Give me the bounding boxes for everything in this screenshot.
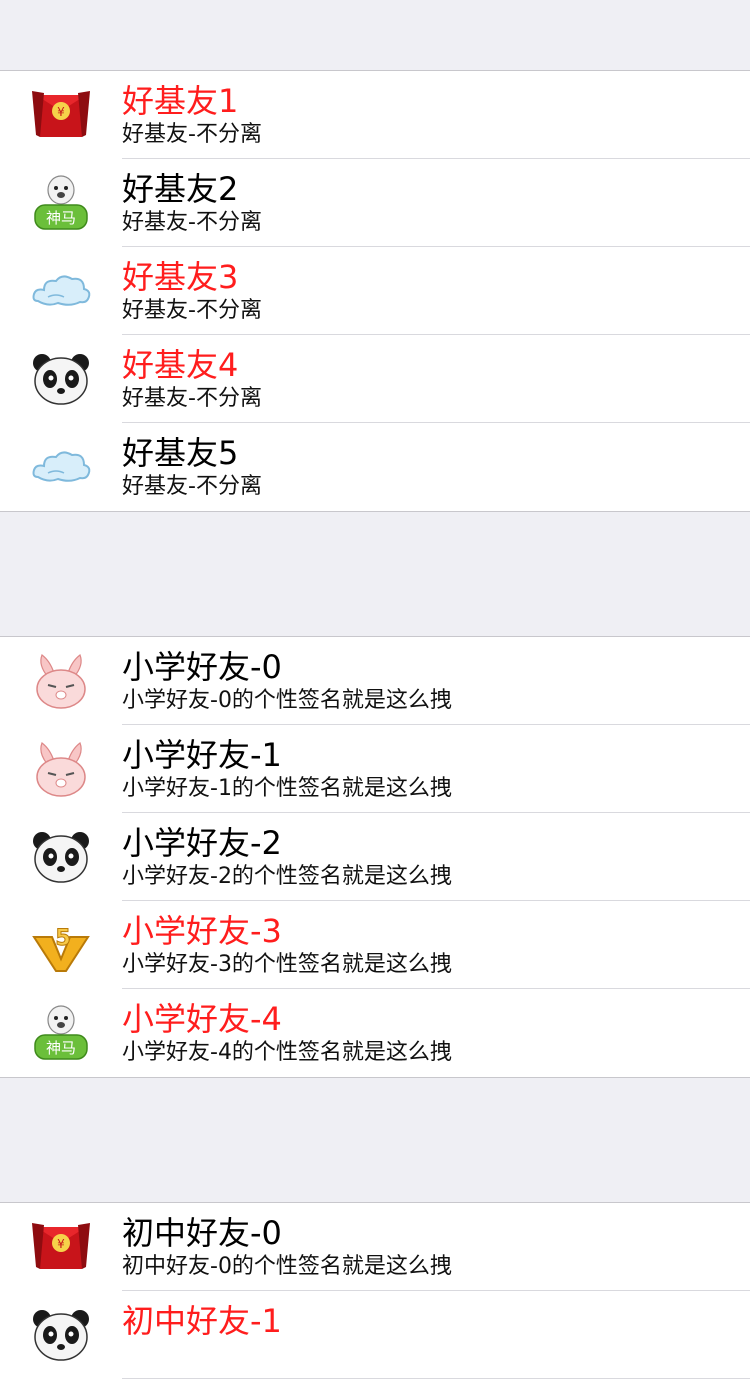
friend-name: 小学好友-1 (122, 736, 282, 774)
v5-badge-icon: 5 (30, 915, 92, 975)
cloud-icon (30, 437, 92, 497)
panda-icon (30, 349, 92, 409)
svg-text:¥: ¥ (57, 1237, 65, 1251)
panda-icon (30, 827, 92, 887)
friend-signature: 好基友-不分离 (122, 210, 262, 235)
friend-name: 好基友5 (122, 434, 239, 472)
red-envelope-icon: ¥ (30, 1217, 92, 1277)
friend-signature: 初中好友-0的个性签名就是这么拽 (122, 1254, 452, 1279)
shenma-alpaca-icon: 神马 (30, 173, 92, 233)
table-row[interactable]: 神马 好基友2 好基友-不分离 (0, 159, 750, 247)
friend-signature: 小学好友-3的个性签名就是这么拽 (122, 952, 452, 977)
friend-name: 初中好友-1 (122, 1302, 282, 1340)
table-row[interactable]: 小学好友-1 小学好友-1的个性签名就是这么拽 (0, 725, 750, 813)
friend-signature: 好基友-不分离 (122, 122, 262, 147)
red-envelope-icon: ¥ (30, 85, 92, 145)
section-spacer (0, 1077, 750, 1203)
friend-name: 小学好友-2 (122, 824, 282, 862)
table-row[interactable]: 好基友4 好基友-不分离 (0, 335, 750, 423)
table-row[interactable]: 神马 小学好友-4 小学好友-4的个性签名就是这么拽 (0, 989, 750, 1077)
friend-signature: 小学好友-1的个性签名就是这么拽 (122, 776, 452, 801)
table-row[interactable]: 小学好友-0 小学好友-0的个性签名就是这么拽 (0, 637, 750, 725)
cloud-icon (30, 261, 92, 321)
rabbit-icon (30, 739, 92, 799)
table-row[interactable]: 初中好友-1 (0, 1291, 750, 1379)
friend-signature: 小学好友-4的个性签名就是这么拽 (122, 1040, 452, 1065)
table-row[interactable]: ¥ 好基友1 好基友-不分离 (0, 71, 750, 159)
panda-icon (30, 1305, 92, 1365)
table-row[interactable]: 5 小学好友-3 小学好友-3的个性签名就是这么拽 (0, 901, 750, 989)
friend-group-middle-school: ¥ 初中好友-0 初中好友-0的个性签名就是这么拽 初中好友-1 (0, 1203, 750, 1379)
table-row[interactable]: 好基友3 好基友-不分离 (0, 247, 750, 335)
friend-signature: 好基友-不分离 (122, 386, 262, 411)
section-spacer (0, 511, 750, 637)
friend-name: 小学好友-3 (122, 912, 282, 950)
friend-name: 好基友1 (122, 82, 239, 120)
top-spacer (0, 0, 750, 71)
friend-signature: 小学好友-2的个性签名就是这么拽 (122, 864, 452, 889)
friend-name: 好基友2 (122, 170, 239, 208)
svg-text:神马: 神马 (46, 209, 76, 227)
friend-name: 小学好友-0 (122, 648, 282, 686)
friend-signature: 好基友-不分离 (122, 474, 262, 499)
friend-name: 好基友3 (122, 258, 239, 296)
friend-group-good-buddies: ¥ 好基友1 好基友-不分离 神马 好基友2 好基友-不分离 好基友3 好基友-… (0, 71, 750, 511)
svg-text:神马: 神马 (46, 1039, 76, 1057)
friend-name: 好基友4 (122, 346, 239, 384)
svg-text:5: 5 (55, 926, 70, 951)
table-row[interactable]: 好基友5 好基友-不分离 (0, 423, 750, 511)
friend-signature: 小学好友-0的个性签名就是这么拽 (122, 688, 452, 713)
friend-group-primary-school: 小学好友-0 小学好友-0的个性签名就是这么拽 小学好友-1 小学好友-1的个性… (0, 637, 750, 1077)
shenma-alpaca-icon: 神马 (30, 1003, 92, 1063)
table-row[interactable]: ¥ 初中好友-0 初中好友-0的个性签名就是这么拽 (0, 1203, 750, 1291)
friend-name: 初中好友-0 (122, 1214, 282, 1252)
friend-signature: 好基友-不分离 (122, 298, 262, 323)
table-row[interactable]: 小学好友-2 小学好友-2的个性签名就是这么拽 (0, 813, 750, 901)
friend-name: 小学好友-4 (122, 1000, 282, 1038)
rabbit-icon (30, 651, 92, 711)
svg-text:¥: ¥ (57, 105, 65, 119)
